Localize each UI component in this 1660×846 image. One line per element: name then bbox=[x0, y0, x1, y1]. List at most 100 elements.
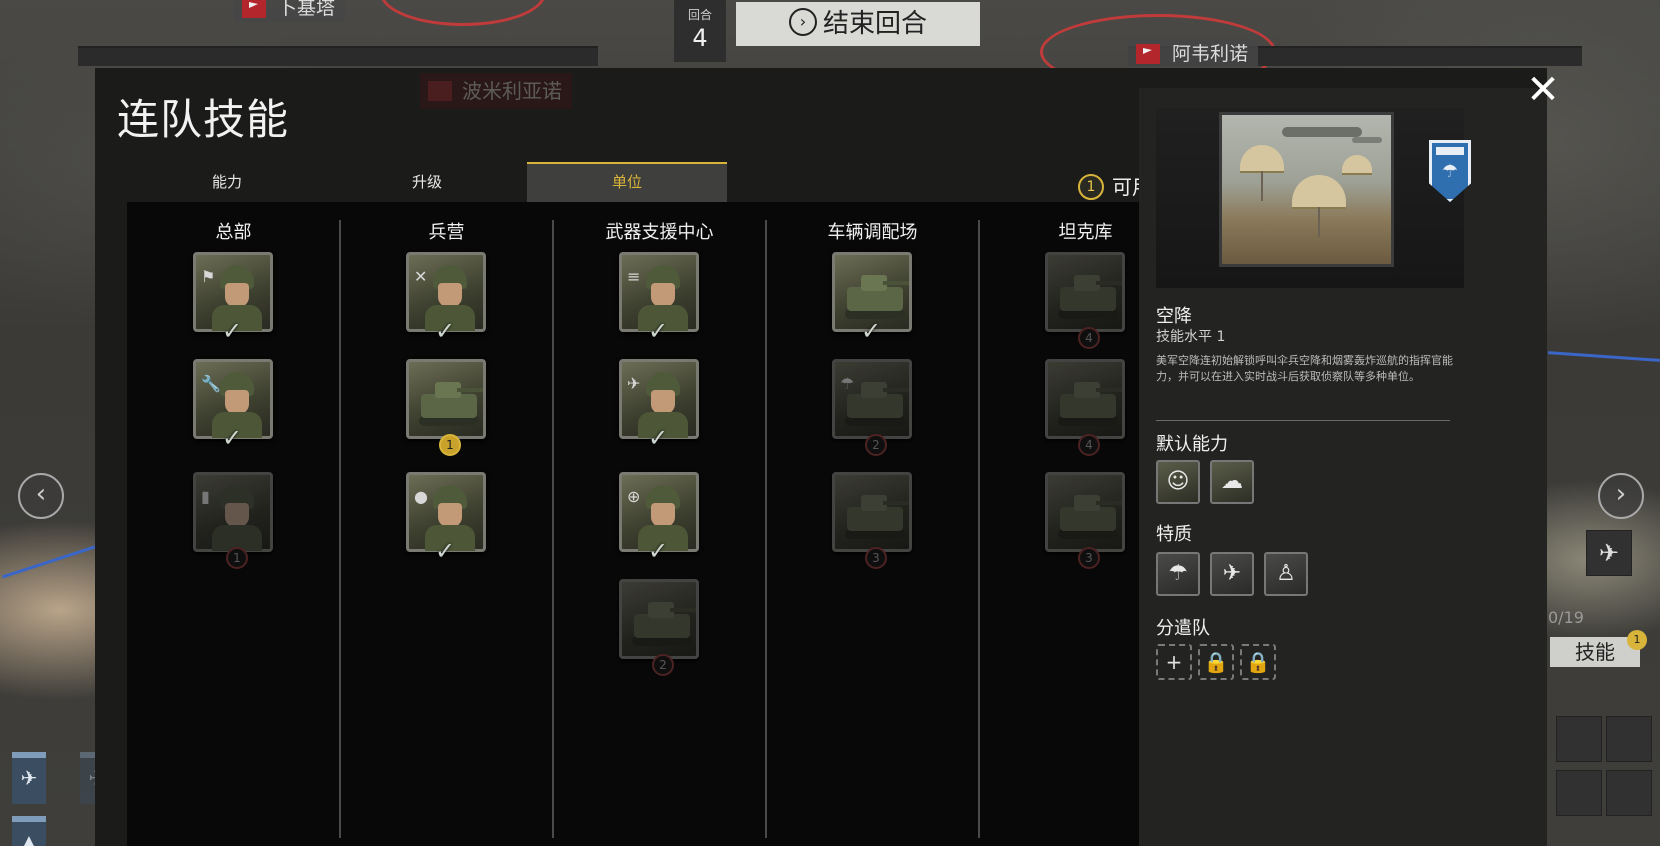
end-turn-button[interactable]: › 结束回合 bbox=[736, 2, 980, 46]
divider bbox=[1156, 420, 1450, 421]
skill-points-badge: 1 bbox=[1627, 630, 1647, 650]
add-icon[interactable]: + bbox=[1156, 644, 1192, 680]
flag-icon bbox=[1136, 44, 1160, 64]
map-frontline bbox=[1548, 351, 1660, 362]
skill-name: 空降 bbox=[1156, 306, 1192, 327]
cost-badge: 2 bbox=[865, 434, 887, 456]
lock-icon[interactable]: 🔒 bbox=[1198, 644, 1234, 680]
grid-tile bbox=[1606, 770, 1652, 816]
cost-badge: 1 bbox=[439, 434, 461, 456]
unit-card[interactable]: 4 bbox=[1045, 359, 1125, 456]
unit-card[interactable]: ✕ ✓ bbox=[406, 252, 486, 345]
town-flag-ghost: 波米利亚诺 bbox=[420, 73, 572, 109]
checkmark-icon: ✓ bbox=[648, 424, 669, 452]
cost-badge: 4 bbox=[1078, 327, 1100, 349]
nav-left-button[interactable]: ‹ bbox=[18, 473, 64, 519]
detachment-heading: 分遣队 bbox=[1156, 618, 1210, 639]
town-flag-right[interactable]: 阿韦利诺 bbox=[1128, 40, 1259, 68]
skill-artwork: ☂ bbox=[1156, 108, 1471, 288]
column-title: 武器支援中心 bbox=[605, 222, 714, 243]
unit-card[interactable]: ▮ 1 bbox=[193, 472, 273, 569]
unit-role-icon: 🔧 bbox=[201, 374, 221, 393]
unit-card[interactable]: ≡ ✓ bbox=[619, 252, 699, 345]
grid-tile bbox=[1606, 716, 1652, 762]
unit-role-icon: ⚑ bbox=[201, 267, 216, 286]
unit-role-icon: ✕ bbox=[414, 267, 428, 286]
unit-tile[interactable]: ✈ bbox=[12, 752, 46, 804]
parachute-wings-icon[interactable]: ☂ bbox=[1156, 552, 1200, 596]
unit-card[interactable]: 2 bbox=[619, 579, 699, 676]
cost-badge: 3 bbox=[865, 547, 887, 569]
cost-badge: 4 bbox=[1078, 434, 1100, 456]
town-flag-left[interactable]: 卜基塔 bbox=[234, 0, 346, 22]
soldier-portrait-icon[interactable]: ☺ bbox=[1156, 460, 1200, 504]
cost-badge: 1 bbox=[226, 547, 248, 569]
map-frontline bbox=[1, 544, 99, 579]
ship-icon: ▲ bbox=[21, 830, 37, 846]
unit-role-icon: ● bbox=[414, 487, 428, 506]
smoke-bomb-icon[interactable]: ☁ bbox=[1210, 460, 1254, 504]
unit-role-icon: ⊕ bbox=[627, 487, 641, 506]
column-title: 总部 bbox=[215, 222, 252, 243]
paratrooper-image bbox=[1219, 112, 1394, 267]
nav-right-button[interactable]: › bbox=[1598, 473, 1644, 519]
unit-card[interactable]: 3 bbox=[1045, 472, 1125, 569]
unit-card[interactable]: 4 bbox=[1045, 252, 1125, 349]
unit-card[interactable]: ⊕ ✓ bbox=[619, 472, 699, 565]
unit-card[interactable]: ☂ 2 bbox=[832, 359, 912, 456]
unit-tree: 总部 ⚑ ✓ 🔧 ✓ ▮ 1 兵营 ✕ ✓ 1 ● ✓ 武器支援中心 ≡ ✓ ✈ ✓ ⊕ ✓ 2 车辆调配场 ✓ ☂ 2 3 坦克库… bbox=[127, 202, 1193, 846]
unit-card[interactable]: ● ✓ bbox=[406, 472, 486, 565]
airplane-icon: ✈ bbox=[20, 766, 38, 790]
default-abilities-heading: 默认能力 bbox=[1156, 434, 1228, 455]
parachute-icon: ☂ bbox=[1429, 140, 1471, 202]
company-skills-panel: 波米利亚诺 连队技能 能力 升级 单位 1 可用 总部 ⚑ ✓ 🔧 ✓ ▮ 1 兵营 ✕ ✓ 1 ● ✓ 武… bbox=[95, 68, 1560, 846]
checkmark-icon: ✓ bbox=[435, 537, 456, 565]
flag-icon bbox=[242, 0, 266, 18]
airplane-slot[interactable]: ✈ bbox=[1586, 530, 1632, 576]
unit-role-icon: ▮ bbox=[201, 487, 210, 506]
cost-badge: 3 bbox=[1078, 547, 1100, 569]
fort-wall bbox=[78, 46, 598, 66]
checkmark-icon: ✓ bbox=[861, 317, 882, 345]
skill-level: 技能水平 1 bbox=[1156, 329, 1226, 345]
unit-column: 总部 ⚑ ✓ 🔧 ✓ ▮ 1 bbox=[127, 202, 340, 846]
column-title: 车辆调配场 bbox=[827, 222, 918, 243]
checkmark-icon: ✓ bbox=[222, 424, 243, 452]
map-road bbox=[380, 0, 546, 26]
airplane-icon[interactable]: ✈ bbox=[1210, 552, 1254, 596]
unit-column: 武器支援中心 ≡ ✓ ✈ ✓ ⊕ ✓ 2 bbox=[552, 202, 766, 846]
checkmark-icon: ✓ bbox=[222, 317, 243, 345]
unit-role-icon: ✈ bbox=[627, 374, 641, 393]
cost-badge: 2 bbox=[652, 654, 674, 676]
skill-point-icon: 1 bbox=[1078, 173, 1104, 200]
column-title: 兵营 bbox=[428, 222, 465, 243]
tab-abilities[interactable]: 能力 bbox=[127, 162, 327, 202]
unit-role-icon: ☂ bbox=[840, 374, 855, 393]
tab-upgrades[interactable]: 升级 bbox=[327, 162, 527, 202]
unit-tile[interactable]: ▲ bbox=[12, 816, 46, 846]
checkmark-icon: ✓ bbox=[648, 317, 669, 345]
panel-title: 连队技能 bbox=[117, 95, 290, 144]
airplane-icon: ✈ bbox=[1598, 539, 1620, 567]
unit-column: 兵营 ✕ ✓ 1 ● ✓ bbox=[339, 202, 553, 846]
close-button[interactable]: ✕ bbox=[1523, 70, 1563, 112]
unit-card[interactable]: ✓ bbox=[832, 252, 912, 345]
chevron-right-icon: › bbox=[788, 7, 817, 36]
unit-card[interactable]: ⚑ ✓ bbox=[193, 252, 273, 345]
checkmark-icon: ✓ bbox=[648, 537, 669, 565]
unit-role-icon: ≡ bbox=[627, 267, 641, 286]
unit-column: 车辆调配场 ✓ ☂ 2 3 bbox=[765, 202, 979, 846]
squad-icon[interactable]: ♙ bbox=[1264, 552, 1308, 596]
tab-units[interactable]: 单位 bbox=[527, 162, 727, 202]
grid-tile bbox=[1556, 770, 1602, 816]
grid-tile bbox=[1556, 716, 1602, 762]
skill-description: 美军空降连初始解锁呼叫伞兵空降和烟雾轰炸巡航的指挥官能力，并可以在进入实时战斗后… bbox=[1156, 354, 1453, 383]
traits-heading: 特质 bbox=[1156, 524, 1192, 545]
lock-icon[interactable]: 🔒 bbox=[1240, 644, 1276, 680]
unit-card[interactable]: 🔧 ✓ bbox=[193, 359, 273, 452]
checkmark-icon: ✓ bbox=[435, 317, 456, 345]
unit-card[interactable]: 3 bbox=[832, 472, 912, 569]
unit-card[interactable]: 1 bbox=[406, 359, 486, 456]
turn-counter: 回合 4 bbox=[674, 0, 726, 62]
unit-card[interactable]: ✈ ✓ bbox=[619, 359, 699, 452]
